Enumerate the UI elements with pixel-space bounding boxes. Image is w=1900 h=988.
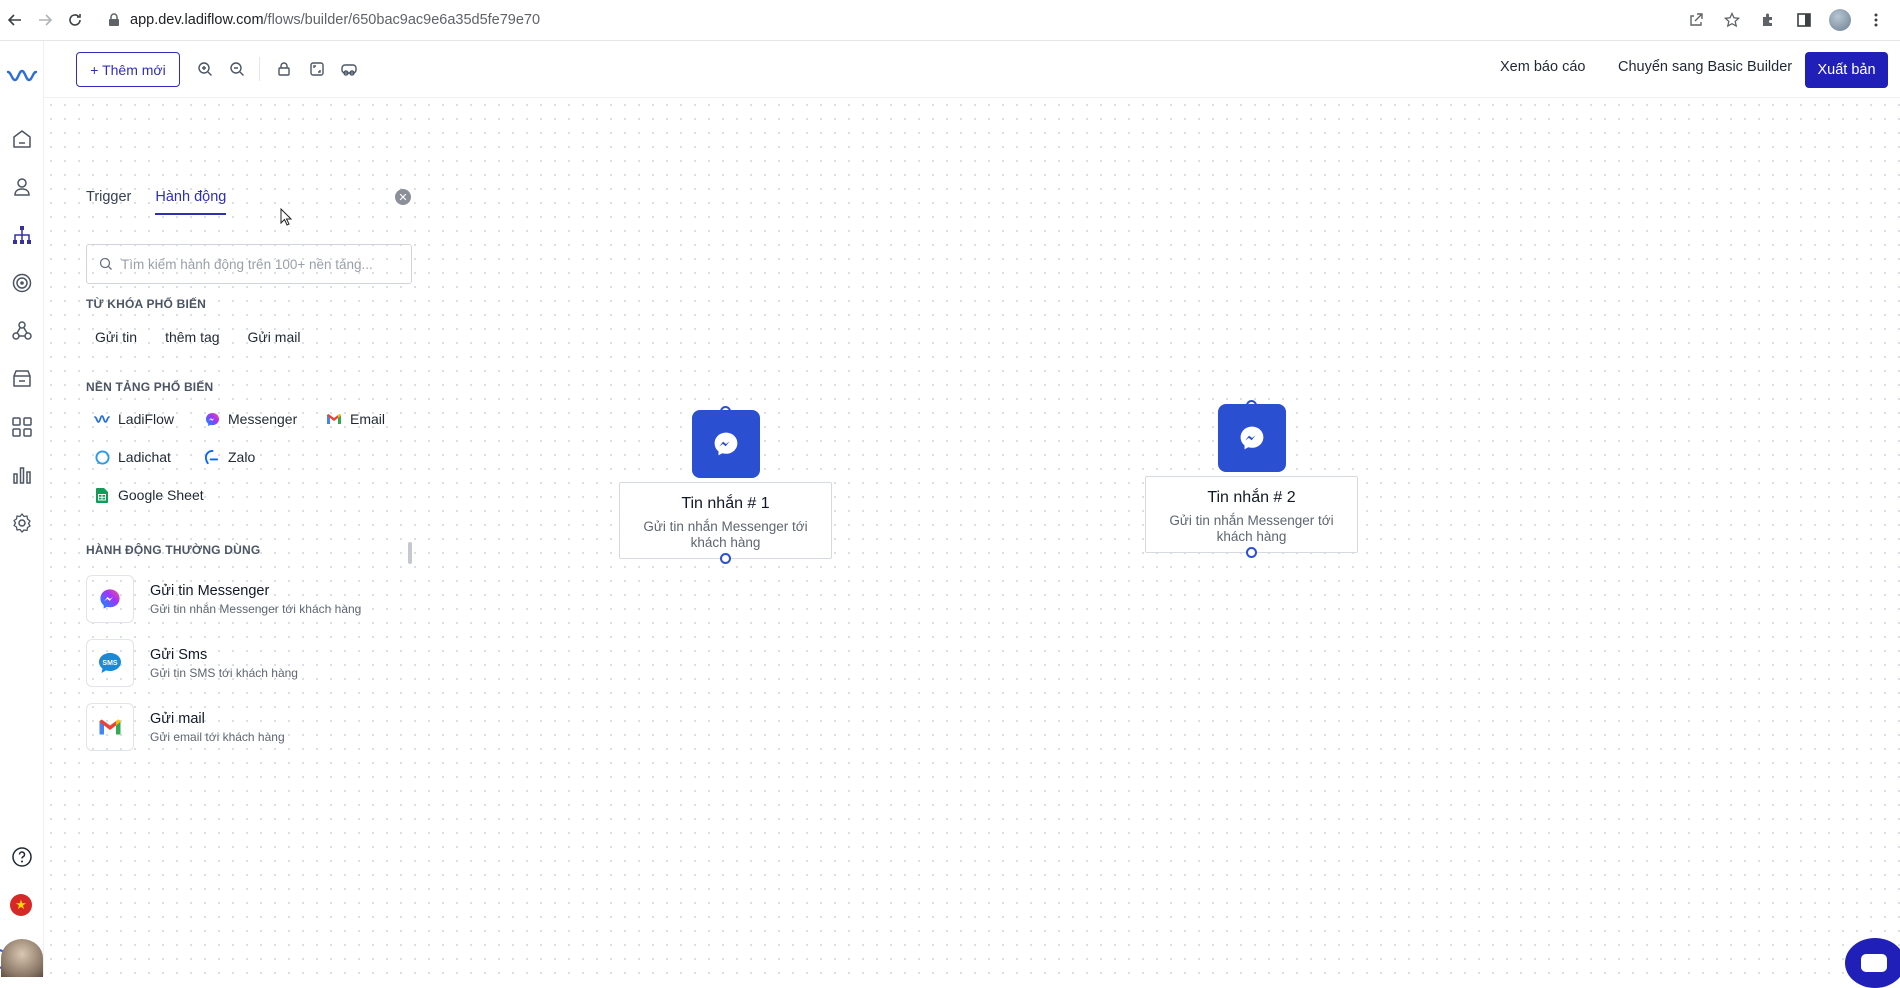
zoom-out-icon[interactable]: [226, 58, 248, 80]
tab-trigger[interactable]: Trigger: [86, 189, 131, 215]
action-search[interactable]: [86, 244, 412, 284]
platform-zalo[interactable]: Zalo: [204, 449, 255, 465]
keyword-chip[interactable]: Gửi mail: [239, 325, 310, 349]
toolbar-divider: [259, 57, 260, 81]
user-avatar[interactable]: [1, 939, 43, 977]
side-panel-icon[interactable]: [1788, 5, 1820, 35]
platform-label: Google Sheet: [118, 487, 204, 503]
menu-kebab-icon[interactable]: [1860, 5, 1892, 35]
layout-icon[interactable]: [338, 58, 360, 80]
action-title: Gửi tin Messenger: [150, 582, 270, 599]
lock-icon: [109, 13, 119, 26]
sms-icon-text: SMS: [102, 660, 118, 667]
settings-gear-icon[interactable]: [10, 511, 34, 535]
help-icon[interactable]: [10, 845, 34, 869]
broadcast-icon[interactable]: [10, 271, 34, 295]
node-title: Tin nhắn # 1: [681, 495, 770, 512]
gmail-icon: [326, 411, 342, 427]
url-host: app.dev.ladiflow.com: [130, 12, 264, 28]
tab-action[interactable]: Hành động: [155, 189, 227, 215]
panel-scrollbar[interactable]: [408, 542, 412, 564]
zalo-icon: [204, 449, 220, 465]
add-new-button[interactable]: + Thêm mới: [76, 52, 180, 87]
apps-grid-icon[interactable]: [10, 415, 34, 439]
node-title: Tin nhắn # 2: [1207, 489, 1296, 506]
keyword-chips: Gửi tin thêm tag Gửi mail: [86, 325, 319, 349]
keyword-chip[interactable]: Gửi tin: [86, 325, 146, 349]
gmail-icon: [86, 703, 134, 751]
mouse-cursor-icon: [280, 208, 292, 226]
node-output-port[interactable]: [1246, 547, 1257, 558]
platform-label: Ladichat: [118, 449, 171, 465]
action-title: Gửi mail: [150, 710, 205, 727]
node-desc: Gửi tin nhắn Messenger tới khách hàng: [1169, 513, 1334, 544]
publish-button[interactable]: Xuất bản: [1805, 52, 1888, 88]
share-icon[interactable]: [1680, 5, 1712, 35]
back-icon[interactable]: [0, 5, 30, 35]
zoom-in-icon[interactable]: [194, 58, 216, 80]
keyword-chip[interactable]: thêm tag: [156, 325, 228, 349]
platform-messenger[interactable]: Messenger: [204, 411, 297, 427]
platform-label: Messenger: [228, 411, 298, 427]
popular-keywords-title: TỪ KHÓA PHỔ BIẾN: [86, 297, 207, 311]
platform-email[interactable]: Email: [326, 411, 385, 427]
platform-label: Zalo: [228, 449, 256, 465]
bookmark-star-icon[interactable]: [1716, 5, 1748, 35]
profile-avatar[interactable]: [1824, 5, 1856, 35]
inbox-icon[interactable]: [10, 367, 34, 391]
action-panel: Trigger Hành động ✕ TỪ KHÓA PHỔ BIẾN Gửi…: [72, 175, 422, 765]
close-icon[interactable]: ✕: [395, 189, 411, 205]
chat-icon: [1861, 954, 1887, 972]
lock-canvas-icon[interactable]: [273, 58, 295, 80]
switch-basic-builder-link[interactable]: Chuyển sang Basic Builder: [1618, 59, 1792, 75]
extensions-icon[interactable]: [1752, 5, 1784, 35]
customer-icon[interactable]: [10, 175, 34, 199]
fit-view-icon[interactable]: [306, 58, 328, 80]
ladichat-icon: [94, 449, 110, 465]
report-chart-icon[interactable]: [10, 463, 34, 487]
platform-ladiflow[interactable]: LadiFlow: [94, 411, 174, 427]
home-icon[interactable]: [10, 127, 34, 151]
ladiflow-icon: [94, 411, 110, 427]
action-send-messenger[interactable]: Gửi tin Messenger Gửi tin nhắn Messenger…: [86, 575, 406, 623]
url-path: /flows/builder/650bac9ac9e6a35d5fe79e70: [263, 12, 541, 28]
messenger-icon: [692, 410, 760, 478]
popular-platforms-title: NỀN TẢNG PHỔ BIẾN: [86, 380, 214, 394]
chat-support-button[interactable]: [1845, 938, 1900, 988]
search-input[interactable]: [121, 256, 401, 272]
browser-toolbar: app.dev.ladiflow.com/flows/builder/650ba…: [0, 0, 1900, 41]
vietnam-flag-icon[interactable]: ★: [10, 894, 32, 916]
view-report-link[interactable]: Xem báo cáo: [1500, 59, 1585, 75]
platform-label: Email: [350, 411, 386, 427]
forward-icon[interactable]: [30, 5, 60, 35]
google-sheet-icon: [94, 487, 110, 503]
reload-icon[interactable]: [60, 5, 90, 35]
common-actions-title: HÀNH ĐỘNG THƯỜNG DÙNG: [86, 543, 261, 557]
action-send-sms[interactable]: SMS Gửi Sms Gửi tin SMS tới khách hàng: [86, 639, 406, 687]
ladiflow-logo[interactable]: [6, 67, 38, 83]
action-desc: Gửi tin SMS tới khách hàng: [150, 665, 298, 680]
address-bar[interactable]: app.dev.ladiflow.com/flows/builder/650ba…: [108, 12, 540, 28]
node-card[interactable]: Tin nhắn # 1 Gửi tin nhắn Messenger tới …: [619, 482, 832, 559]
platform-ladichat[interactable]: Ladichat: [94, 449, 171, 465]
search-icon: [99, 257, 112, 270]
messenger-icon: [1218, 404, 1286, 472]
node-output-port[interactable]: [720, 553, 731, 564]
action-send-mail[interactable]: Gửi mail Gửi email tới khách hàng: [86, 703, 406, 751]
flow-builder-icon[interactable]: [10, 223, 34, 247]
builder-toolbar: + Thêm mới Xem báo cáo Chuyển sang Basic…: [44, 41, 1900, 98]
panel-tabs: Trigger Hành động: [86, 189, 227, 215]
sms-icon: SMS: [86, 639, 134, 687]
messenger-icon: [86, 575, 134, 623]
action-desc: Gửi tin nhắn Messenger tới khách hàng: [150, 601, 362, 616]
app-sidebar: ★: [0, 41, 44, 977]
action-title: Gửi Sms: [150, 646, 208, 663]
messenger-icon: [204, 411, 220, 427]
node-desc: Gửi tin nhắn Messenger tới khách hàng: [643, 519, 808, 550]
action-desc: Gửi email tới khách hàng: [150, 729, 285, 744]
platform-google-sheet[interactable]: Google Sheet: [94, 487, 204, 503]
node-card[interactable]: Tin nhắn # 2 Gửi tin nhắn Messenger tới …: [1145, 476, 1358, 553]
platform-label: LadiFlow: [118, 411, 175, 427]
integration-icon[interactable]: [10, 319, 34, 343]
